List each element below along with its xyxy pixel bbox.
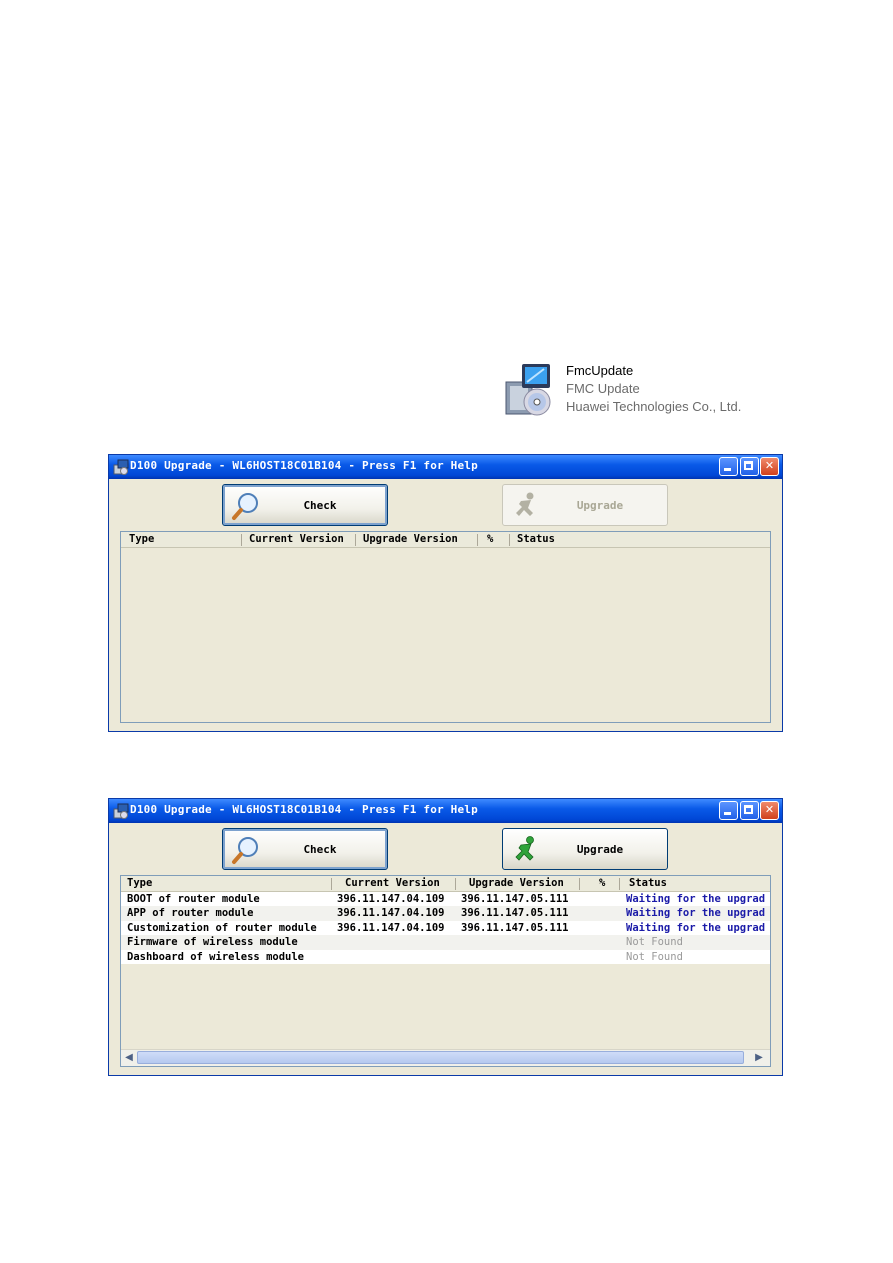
horizontal-scrollbar[interactable]: ◀ ▶	[121, 1049, 770, 1066]
cell-type: Customization of router module	[127, 921, 317, 934]
scroll-right-icon[interactable]: ▶	[752, 1051, 766, 1065]
upgrade-label: Upgrade	[576, 843, 624, 856]
list-body: BOOT of router module 396.11.147.04.109 …	[121, 892, 770, 964]
scroll-thumb[interactable]	[137, 1051, 744, 1064]
check-label: Check	[303, 499, 337, 512]
cell-current-version: 396.11.147.04.109	[337, 921, 445, 934]
cell-current-version: 396.11.147.04.109	[337, 907, 445, 920]
cell-type: BOOT of router module	[127, 893, 260, 905]
column-separator	[241, 534, 242, 546]
check-button[interactable]: Check	[222, 484, 388, 526]
cell-upgrade-version: 396.11.147.05.111	[461, 893, 569, 905]
module-list[interactable]: Type Current Version Upgrade Version % S…	[120, 875, 771, 1067]
list-header: Type Current Version Upgrade Version % S…	[121, 532, 770, 548]
app-icon	[113, 803, 129, 819]
column-upgrade-version[interactable]: Upgrade Version	[469, 877, 564, 889]
check-button[interactable]: Check	[222, 828, 388, 870]
column-percent[interactable]: %	[487, 533, 493, 545]
column-separator	[509, 534, 510, 546]
window-title: D100 Upgrade - WL6HOST18C01B104 - Press …	[130, 803, 478, 816]
file-description: FMC Update	[566, 381, 640, 396]
cell-status: Waiting for the upgrad	[626, 907, 766, 920]
cell-type: APP of router module	[127, 907, 254, 920]
column-separator	[331, 878, 332, 890]
upgrade-label: Upgrade	[576, 499, 624, 512]
title-bar[interactable]: D100 Upgrade - WL6HOST18C01B104 - Press …	[109, 799, 782, 823]
fmcupdate-file[interactable]: FmcUpdate FMC Update Huawei Technologies…	[502, 356, 770, 420]
app-icon	[113, 459, 129, 475]
cell-type: Dashboard of wireless module	[127, 950, 305, 963]
module-list[interactable]: Type Current Version Upgrade Version % S…	[120, 531, 771, 723]
cell-status: Waiting for the upgrad	[626, 921, 766, 934]
column-percent[interactable]: %	[599, 877, 605, 889]
table-row[interactable]: Dashboard of wireless module Not Found	[121, 949, 770, 964]
upgrade-button[interactable]: Upgrade	[502, 484, 668, 526]
close-button[interactable]: ✕	[760, 457, 779, 476]
column-separator	[355, 534, 356, 546]
table-row[interactable]: BOOT of router module 396.11.147.04.109 …	[121, 892, 770, 907]
cell-upgrade-version: 396.11.147.05.111	[461, 921, 569, 934]
title-bar[interactable]: D100 Upgrade - WL6HOST18C01B104 - Press …	[109, 455, 782, 479]
check-label: Check	[303, 843, 337, 856]
table-row[interactable]: APP of router module 396.11.147.04.109 3…	[121, 906, 770, 921]
installer-icon	[505, 364, 551, 416]
list-header: Type Current Version Upgrade Version % S…	[121, 876, 770, 892]
cell-type: Firmware of wireless module	[127, 936, 298, 949]
upgrade-window-initial: D100 Upgrade - WL6HOST18C01B104 - Press …	[108, 454, 783, 732]
table-row[interactable]: Firmware of wireless module Not Found	[121, 935, 770, 950]
column-separator	[619, 878, 620, 890]
close-button[interactable]: ✕	[760, 801, 779, 820]
cell-status: Waiting for the upgrad	[626, 893, 766, 905]
minimize-button[interactable]	[719, 457, 738, 476]
scroll-left-icon[interactable]: ◀	[122, 1051, 136, 1065]
window-title: D100 Upgrade - WL6HOST18C01B104 - Press …	[130, 459, 478, 472]
column-upgrade-version[interactable]: Upgrade Version	[363, 533, 458, 545]
cell-status: Not Found	[626, 936, 683, 949]
column-separator	[455, 878, 456, 890]
minimize-button[interactable]	[719, 801, 738, 820]
table-row[interactable]: Customization of router module 396.11.14…	[121, 920, 770, 936]
cell-current-version: 396.11.147.04.109	[337, 893, 445, 905]
column-status[interactable]: Status	[629, 877, 667, 889]
column-separator	[477, 534, 478, 546]
file-name: FmcUpdate	[566, 363, 634, 378]
column-separator	[579, 878, 580, 890]
column-current-version[interactable]: Current Version	[249, 533, 344, 545]
column-current-version[interactable]: Current Version	[345, 877, 440, 889]
column-type[interactable]: Type	[129, 533, 154, 545]
maximize-button[interactable]	[740, 801, 759, 820]
column-status[interactable]: Status	[517, 533, 555, 545]
maximize-button[interactable]	[740, 457, 759, 476]
cell-status: Not Found	[626, 950, 683, 963]
file-company: Huawei Technologies Co., Ltd.	[566, 399, 742, 414]
column-type[interactable]: Type	[127, 877, 152, 889]
upgrade-window-populated: D100 Upgrade - WL6HOST18C01B104 - Press …	[108, 798, 783, 1076]
upgrade-button[interactable]: Upgrade	[502, 828, 668, 870]
cell-upgrade-version: 396.11.147.05.111	[461, 907, 569, 920]
